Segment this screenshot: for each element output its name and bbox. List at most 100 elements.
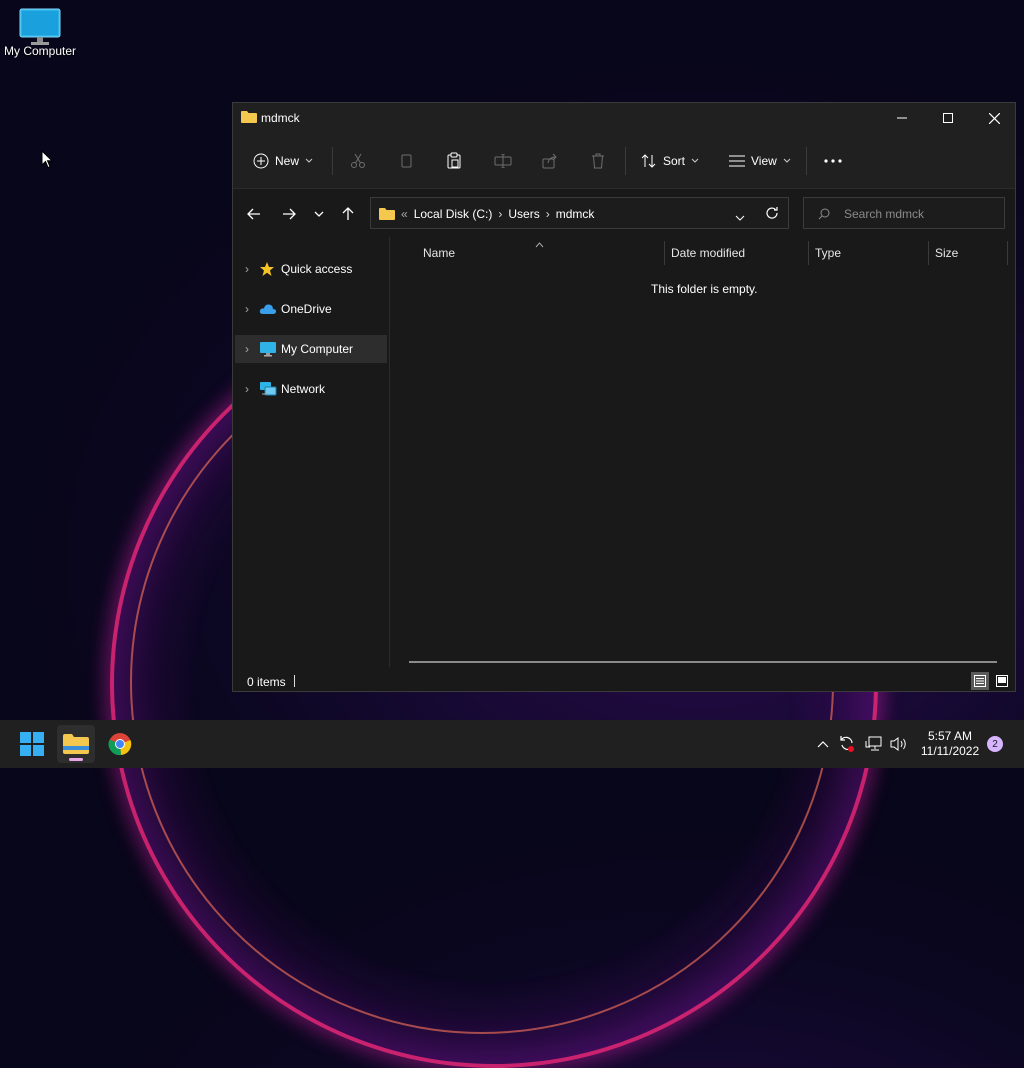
sort-icon [641,153,656,168]
taskbar-file-explorer[interactable] [57,725,95,763]
star-icon [259,261,281,277]
taskbar: 5:57 AM 11/11/2022 [0,720,1024,768]
breadcrumb-separator-icon: › [545,207,550,221]
status-divider [294,675,295,687]
view-button[interactable]: View [729,133,791,188]
desktop-icon-label: My Computer [3,44,77,58]
details-view-icon [974,675,986,687]
large-icons-view-button[interactable] [993,672,1011,690]
cut-button[interactable] [350,133,366,188]
horizontal-scrollbar[interactable] [409,661,997,663]
navigation-pane: › Quick access › OneDrive › My Computer … [233,237,389,667]
breadcrumb-overflow[interactable]: « [401,207,408,221]
column-separator[interactable] [928,241,929,265]
close-button[interactable] [971,103,1017,133]
rename-icon [494,153,512,168]
copy-button[interactable] [398,133,414,188]
mouse-cursor-icon [41,149,54,172]
breadcrumb-local-disk[interactable]: Local Disk (C:) [414,207,493,221]
address-history-button[interactable] [735,210,745,224]
maximize-button[interactable] [925,103,971,133]
network-icon [259,381,281,397]
desktop-icon-my-computer[interactable]: My Computer [2,8,78,58]
network-status-icon[interactable] [864,734,884,754]
arrow-left-icon [247,208,260,220]
column-header-date-modified[interactable]: Date modified [671,246,745,260]
title-bar[interactable]: mdmck [233,103,1015,133]
paste-button[interactable] [446,133,462,188]
new-label: New [275,153,300,168]
column-header-name[interactable]: Name [423,246,455,260]
nav-item-quick-access[interactable]: › Quick access [235,255,387,283]
clock-time: 5:57 AM [927,729,973,743]
nav-item-onedrive[interactable]: › OneDrive [235,295,387,323]
notification-badge[interactable]: 2 [987,736,1003,752]
column-separator[interactable] [1007,241,1008,265]
clock-date: 11/11/2022 [920,744,980,758]
column-headers: Name Date modified Type Size [391,237,1015,269]
chevron-right-icon[interactable]: › [235,342,259,356]
sort-label: Sort [663,153,686,168]
column-separator[interactable] [664,241,665,265]
toolbar-separator [332,147,333,175]
new-button[interactable]: New [253,133,313,188]
rename-button[interactable] [494,133,512,188]
window-title: mdmck [261,111,300,125]
folder-icon [379,208,395,220]
arrow-right-icon [283,208,296,220]
delete-button[interactable] [590,133,606,188]
up-button[interactable] [337,203,359,225]
nav-item-label: My Computer [281,342,354,356]
monitor-icon [259,341,281,357]
breadcrumb-users[interactable]: Users [508,207,539,221]
sort-ascending-icon [535,237,544,251]
nav-item-network[interactable]: › Network [235,375,387,403]
breadcrumb-mdmck[interactable]: mdmck [556,207,595,221]
toolbar-separator [625,147,626,175]
refresh-button[interactable] [765,206,779,223]
system-clock[interactable]: 5:57 AM 11/11/2022 [914,729,986,759]
column-header-size[interactable]: Size [935,246,958,260]
folder-icon [241,110,257,127]
chevron-down-icon [691,158,699,163]
search-placeholder: Search mdmck [844,207,925,221]
copy-icon [401,154,412,167]
empty-folder-message: This folder is empty. [651,282,758,296]
volume-icon[interactable] [889,734,909,754]
file-explorer-window: mdmck New Sort View « Local Disk (C:) › … [232,102,1016,692]
more-options-button[interactable] [824,133,842,188]
items-count: 0 items [247,675,286,689]
scissors-icon [351,153,365,168]
chevron-right-icon[interactable]: › [235,262,259,276]
navigation-bar: « Local Disk (C:) › Users › mdmck Search… [233,189,1015,237]
address-bar[interactable]: « Local Disk (C:) › Users › mdmck [370,197,789,229]
sync-status-icon[interactable] [837,734,857,754]
search-box[interactable]: Search mdmck [803,197,1005,229]
taskbar-chrome[interactable] [101,725,139,763]
sort-button[interactable]: Sort [641,133,699,188]
start-button[interactable] [13,725,51,763]
chevron-down-icon [783,158,791,163]
refresh-icon [766,207,778,219]
chevron-down-icon [314,211,324,217]
nav-item-label: Network [281,382,326,396]
view-list-icon [729,155,745,166]
forward-button[interactable] [278,203,300,225]
chevron-right-icon[interactable]: › [235,302,259,316]
command-bar: New Sort View [233,133,1015,189]
pane-divider[interactable] [389,237,390,667]
show-hidden-icons-button[interactable] [813,734,833,754]
column-header-type[interactable]: Type [815,246,841,260]
details-view-button[interactable] [971,672,989,690]
chevron-right-icon[interactable]: › [235,382,259,396]
search-icon [818,208,830,220]
column-separator[interactable] [808,241,809,265]
status-bar: 0 items [233,669,1015,691]
back-button[interactable] [243,203,265,225]
recent-locations-button[interactable] [308,203,330,225]
minimize-button[interactable] [879,103,925,133]
chevron-down-icon [305,158,313,163]
nav-item-my-computer[interactable]: › My Computer [235,335,387,363]
share-button[interactable] [542,133,558,188]
chevron-down-icon [735,215,745,221]
